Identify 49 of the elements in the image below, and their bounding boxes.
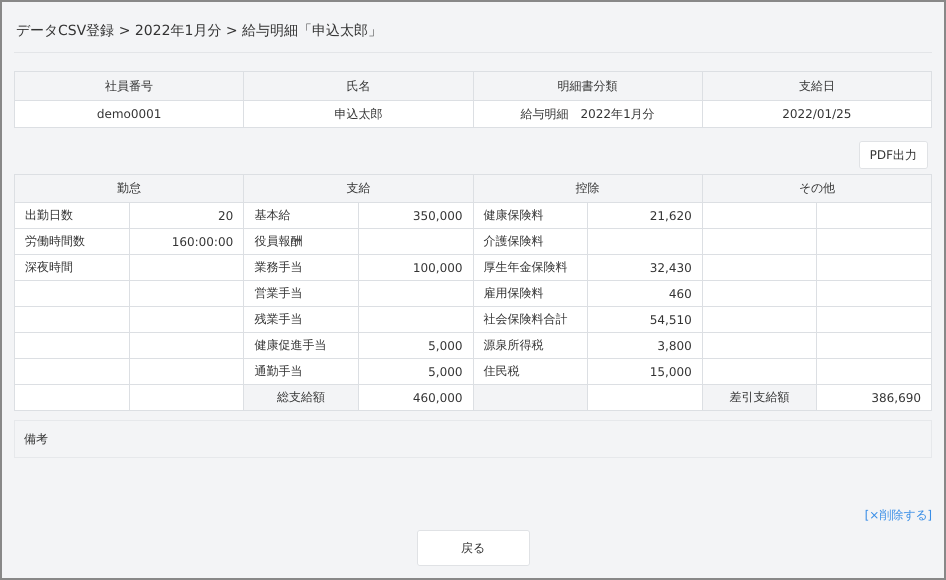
table-cell: 15,000 — [588, 359, 703, 385]
table-cell: 営業手当 — [244, 281, 359, 307]
table-cell: 460 — [588, 281, 703, 307]
table-cell: 54,510 — [588, 307, 703, 333]
table-cell: 460,000 — [358, 385, 474, 411]
table-cell: 給与明細 2022年1月分 — [474, 101, 703, 128]
column-header: 支給 — [244, 175, 474, 203]
remarks-label: 備考 — [24, 432, 48, 446]
table-cell: 5,000 — [358, 333, 474, 359]
column-header: その他 — [702, 175, 932, 203]
column-header: 支給日 — [702, 72, 932, 101]
table-cell: 健康促進手当 — [244, 333, 359, 359]
table-cell: 350,000 — [358, 203, 474, 229]
table-cell: 申込太郎 — [244, 101, 474, 128]
column-header: 氏名 — [244, 72, 474, 101]
table-cell: 5,000 — [358, 359, 474, 385]
table-cell: 残業手当 — [244, 307, 359, 333]
table-cell: 労働時間数 — [15, 229, 130, 255]
pdf-button[interactable]: PDF出力 — [858, 141, 928, 169]
table-cell: 健康保険料 — [474, 203, 588, 229]
column-header: 控除 — [474, 175, 703, 203]
column-header: 勤怠 — [15, 175, 244, 203]
table-cell: 160:00:00 — [130, 229, 244, 255]
column-header: 明細書分類 — [474, 72, 703, 101]
table-cell: 住民税 — [474, 359, 588, 385]
table-cell: 雇用保険料 — [474, 281, 588, 307]
table-cell: 2022/01/25 — [702, 101, 932, 128]
back-button[interactable]: 戻る — [416, 530, 530, 566]
table-cell: 3,800 — [588, 333, 703, 359]
table-cell: 21,620 — [588, 203, 703, 229]
table-cell: 源泉所得税 — [474, 333, 588, 359]
table-cell: 100,000 — [358, 255, 474, 281]
table-cell: 386,690 — [817, 385, 932, 411]
table-cell: 厚生年金保険料 — [474, 255, 588, 281]
table-cell: 介護保険料 — [474, 229, 588, 255]
table-cell: 32,430 — [588, 255, 703, 281]
table-cell: 差引支給額 — [702, 385, 818, 411]
table-cell: 総支給額 — [244, 385, 359, 411]
table-cell: 20 — [130, 203, 244, 229]
table-cell: demo0001 — [15, 101, 244, 128]
breadcrumb: データCSV登録 > 2022年1月分 > 給与明細「申込太郎」 — [14, 2, 932, 53]
column-header: 社員番号 — [15, 72, 244, 101]
table-cell: 役員報酬 — [244, 229, 359, 255]
table-cell: 基本給 — [244, 203, 359, 229]
table-cell: 深夜時間 — [15, 255, 130, 281]
table-cell: 通勤手当 — [244, 359, 359, 385]
table-cell: 業務手当 — [244, 255, 359, 281]
table-cell: 出勤日数 — [15, 203, 130, 229]
table-cell: 社会保険料合計 — [474, 307, 588, 333]
